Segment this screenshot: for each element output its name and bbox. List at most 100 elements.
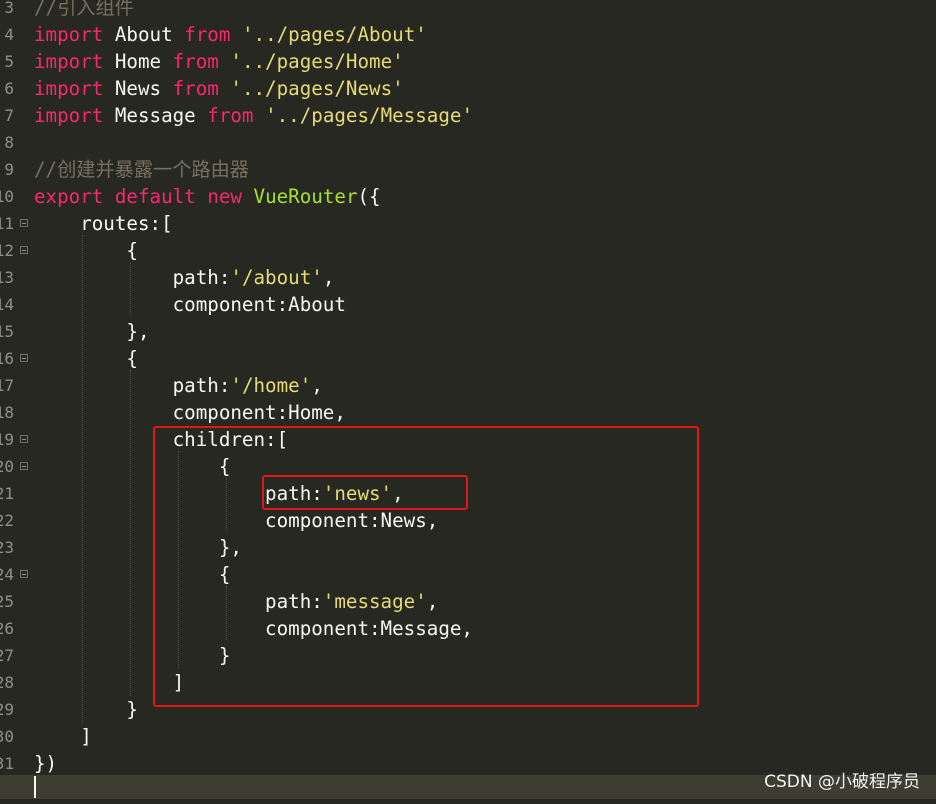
- code-token: VueRouter: [253, 185, 358, 208]
- line-number: 9: [4, 160, 14, 179]
- code-line[interactable]: 6 import News from '../pages/News': [0, 75, 936, 102]
- code-line[interactable]: 9 //创建并暴露一个路由器: [0, 156, 936, 183]
- fold-toggle-icon[interactable]: [20, 435, 28, 443]
- line-number: 5: [4, 52, 14, 71]
- code-text: },: [34, 318, 150, 345]
- path-news-highlight-box: [262, 475, 468, 510]
- code-line[interactable]: 18 component:Home,: [0, 399, 936, 426]
- code-token: '/about': [230, 266, 323, 289]
- code-token: import: [34, 23, 104, 46]
- line-number: 4: [4, 25, 14, 44]
- code-text: path:'/home',: [34, 372, 323, 399]
- code-line[interactable]: 8: [0, 129, 936, 156]
- code-text: component:About: [34, 291, 346, 318]
- code-token: News: [103, 77, 173, 100]
- code-token: {: [34, 347, 138, 370]
- code-text: {: [34, 237, 138, 264]
- code-text: import About from '../pages/About': [34, 21, 427, 48]
- line-number: 29: [0, 700, 14, 719]
- line-number: 25: [0, 592, 14, 611]
- code-token: ,: [322, 266, 335, 289]
- indent-guide: [130, 370, 131, 696]
- code-text: component:Home,: [34, 399, 346, 426]
- line-number: 16: [0, 349, 14, 368]
- code-token: },: [34, 320, 150, 343]
- code-token: new: [207, 185, 242, 208]
- line-number: 22: [0, 511, 14, 530]
- line-number: 8: [4, 133, 14, 152]
- line-number: 12: [0, 241, 14, 260]
- code-line[interactable]: 11 routes:[: [0, 210, 936, 237]
- fold-toggle-icon[interactable]: [20, 219, 28, 227]
- line-number: 20: [0, 457, 14, 476]
- children-highlight-box: [153, 426, 699, 707]
- line-number: 11: [0, 214, 14, 233]
- code-token: from: [172, 77, 219, 100]
- code-token: path:: [34, 266, 231, 289]
- line-number: 23: [0, 538, 14, 557]
- line-number: 10: [0, 187, 14, 206]
- code-text: {: [34, 345, 138, 372]
- line-number: 13: [0, 268, 14, 287]
- code-token: import: [34, 104, 104, 127]
- fold-toggle-icon[interactable]: [20, 570, 28, 578]
- code-text: }: [34, 696, 138, 723]
- fold-toggle-icon[interactable]: [20, 462, 28, 470]
- code-text: //引入组件: [34, 0, 134, 21]
- code-line[interactable]: 7 import Message from '../pages/Message': [0, 102, 936, 129]
- code-line[interactable]: 12 {: [0, 237, 936, 264]
- code-token: About: [103, 23, 185, 46]
- line-number: 28: [0, 673, 14, 692]
- code-token: '../pages/Home': [230, 50, 404, 73]
- line-number: 30: [0, 727, 14, 746]
- code-line[interactable]: 16 {: [0, 345, 936, 372]
- code-token: ,: [311, 374, 323, 397]
- code-token: export: [34, 185, 104, 208]
- code-line[interactable]: 30 ]: [0, 723, 936, 750]
- line-number: 18: [0, 403, 14, 422]
- code-line[interactable]: 4 import About from '../pages/About': [0, 21, 936, 48]
- line-number: 14: [0, 295, 14, 314]
- code-token: component:Home,: [34, 401, 346, 424]
- code-token: default: [114, 185, 196, 208]
- code-text: }): [34, 750, 57, 777]
- code-token: '/home': [230, 374, 312, 397]
- line-number: 17: [0, 376, 14, 395]
- text-cursor: [34, 776, 36, 798]
- line-number: 31: [0, 754, 14, 773]
- watermark: CSDN @小破程序员: [764, 772, 920, 792]
- indent-guide: [130, 262, 131, 316]
- code-line[interactable]: 10 export default new VueRouter({: [0, 183, 936, 210]
- code-line[interactable]: 17 path:'/home',: [0, 372, 936, 399]
- line-number: 27: [0, 646, 14, 665]
- line-number: 3: [4, 0, 14, 17]
- code-token: '../pages/News': [230, 77, 404, 100]
- code-text: //创建并暴露一个路由器: [34, 156, 249, 183]
- line-number: 26: [0, 619, 14, 638]
- line-number: 6: [4, 79, 14, 98]
- fold-toggle-icon[interactable]: [20, 354, 28, 362]
- code-token: component:About: [34, 293, 346, 316]
- code-token: from: [184, 23, 231, 46]
- code-token: //创建并暴露一个路由器: [34, 158, 249, 181]
- code-token: path:: [34, 374, 231, 397]
- code-text: import Home from '../pages/Home': [34, 48, 404, 75]
- code-token: routes:[: [34, 212, 173, 235]
- code-line[interactable]: 13 path:'/about',: [0, 264, 936, 291]
- code-text: path:'/about',: [34, 264, 335, 291]
- line-number: 24: [0, 565, 14, 584]
- fold-toggle-icon[interactable]: [20, 246, 28, 254]
- code-token: }): [34, 752, 58, 775]
- code-line[interactable]: 5 import Home from '../pages/Home': [0, 48, 936, 75]
- code-line[interactable]: 14 component:About: [0, 291, 936, 318]
- code-token: ({: [357, 185, 381, 208]
- line-number: 7: [4, 106, 14, 125]
- code-line[interactable]: 3 //引入组件: [0, 0, 936, 21]
- code-line[interactable]: 15 },: [0, 318, 936, 345]
